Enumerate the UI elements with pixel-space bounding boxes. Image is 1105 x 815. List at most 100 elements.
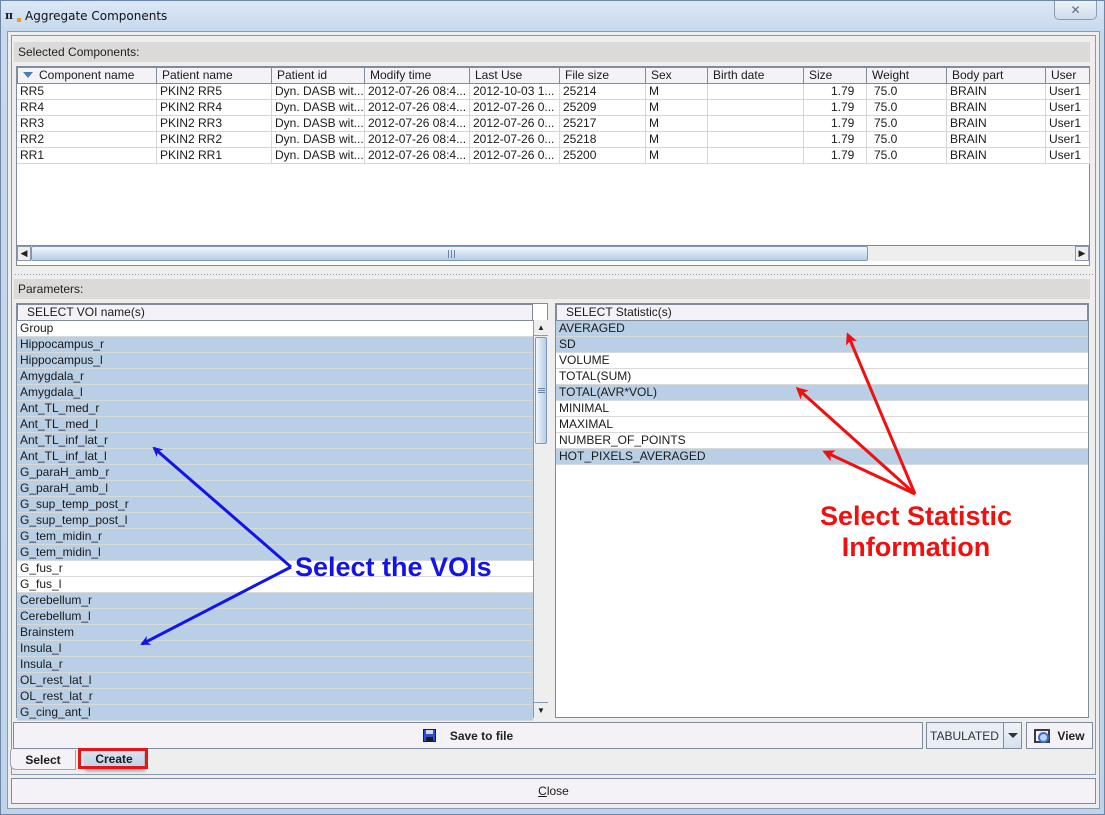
voi-list-item[interactable]: G_paraH_amb_l: [17, 481, 533, 497]
column-header-label: Modify time: [370, 68, 432, 82]
voi-list-item[interactable]: Ant_TL_med_l: [17, 417, 533, 433]
table-row[interactable]: RR4 PKIN2 RR4 Dyn. DASB wit... 2012-07-26 0…: [17, 100, 1090, 116]
horizontal-scrollbar[interactable]: ◀ ▶: [17, 245, 1089, 261]
tab-select[interactable]: Select: [10, 750, 76, 770]
column-header[interactable]: Last Use: [470, 67, 560, 84]
table-cell: PKIN2 RR5: [157, 84, 272, 100]
table-row[interactable]: RR3 PKIN2 RR3 Dyn. DASB wit... 2012-07-26 0…: [17, 116, 1090, 132]
voi-list-item[interactable]: Ant_TL_inf_lat_l: [17, 449, 533, 465]
pmod-logo-icon: π: [5, 10, 21, 22]
column-header[interactable]: Size: [804, 67, 867, 84]
statistic-list-item[interactable]: TOTAL(SUM): [556, 369, 1088, 385]
parameters-label: Parameters:: [14, 279, 1090, 299]
voi-scroll-thumb[interactable]: [535, 337, 547, 444]
scroll-up-button[interactable]: ▲: [534, 320, 548, 336]
table-row[interactable]: RR2 PKIN2 RR2 Dyn. DASB wit... 2012-07-26 0…: [17, 132, 1090, 148]
create-tab-highlight: [78, 748, 148, 769]
chevron-down-icon[interactable]: [1003, 723, 1021, 748]
table-cell: User1: [1046, 132, 1090, 148]
view-label: View: [1057, 728, 1085, 743]
dialog-client-area: Selected Components: Component name Patie…: [7, 31, 1100, 809]
voi-list-item[interactable]: Cerebellum_r: [17, 593, 533, 609]
scroll-left-button[interactable]: ◀: [17, 246, 31, 261]
table-row[interactable]: RR5 PKIN2 RR5 Dyn. DASB wit... 2012-07-26 0…: [17, 84, 1090, 100]
table-row[interactable]: RR1 PKIN2 RR1 Dyn. DASB wit... 2012-07-26 0…: [17, 148, 1090, 164]
table-cell: RR4: [17, 100, 157, 116]
title-bar[interactable]: π Aggregate Components ✕: [1, 1, 1104, 31]
table-cell: 2012-07-26 0...: [470, 132, 560, 148]
output-format-select[interactable]: TABULATED: [926, 722, 1022, 749]
table-cell: PKIN2 RR1: [157, 148, 272, 164]
voi-list-item[interactable]: Amygdala_r: [17, 369, 533, 385]
table-cell: [708, 148, 804, 164]
view-button[interactable]: View: [1026, 722, 1093, 749]
statistics-list-header[interactable]: SELECT Statistic(s): [556, 304, 1088, 321]
scroll-down-button[interactable]: ▼: [534, 702, 548, 718]
save-to-file-button[interactable]: Save to file: [13, 722, 923, 749]
table-cell: [708, 116, 804, 132]
table-cell: RR2: [17, 132, 157, 148]
column-header[interactable]: Patient id: [272, 67, 365, 84]
table-cell: User1: [1046, 116, 1090, 132]
voi-list-item[interactable]: OL_rest_lat_r: [17, 689, 533, 705]
voi-list-item[interactable]: Insula_l: [17, 641, 533, 657]
voi-list-item[interactable]: Amygdala_l: [17, 385, 533, 401]
voi-list-item[interactable]: Hippocampus_l: [17, 353, 533, 369]
components-table: Component name Patient name Patient id Modi…: [16, 66, 1090, 266]
statistic-list-item[interactable]: MAXIMAL: [556, 417, 1088, 433]
voi-list-item[interactable]: Ant_TL_med_r: [17, 401, 533, 417]
voi-list-item[interactable]: Hippocampus_r: [17, 337, 533, 353]
horizontal-scroll-thumb[interactable]: [31, 246, 868, 261]
column-header[interactable]: Component name: [17, 67, 157, 84]
column-header[interactable]: User: [1046, 67, 1090, 84]
table-cell: PKIN2 RR3: [157, 116, 272, 132]
table-cell: 1.79: [804, 84, 867, 100]
statistic-list-item[interactable]: VOLUME: [556, 353, 1088, 369]
tab-bar: Select Create: [8, 748, 1095, 774]
statistic-list-item[interactable]: HOT_PIXELS_AVERAGED: [556, 449, 1088, 465]
voi-list-item[interactable]: G_sup_temp_post_l: [17, 513, 533, 529]
voi-list-item[interactable]: G_paraH_amb_r: [17, 465, 533, 481]
table-cell: User1: [1046, 100, 1090, 116]
column-header[interactable]: Sex: [646, 67, 708, 84]
voi-vertical-scrollbar[interactable]: ▲ ▼: [533, 320, 548, 718]
statistic-list-item[interactable]: NUMBER_OF_POINTS: [556, 433, 1088, 449]
close-button[interactable]: Close: [11, 778, 1096, 804]
voi-list: SELECT VOI name(s) Group Hippocampus_r Hip…: [16, 303, 548, 721]
voi-list-item[interactable]: Brainstem: [17, 625, 533, 641]
column-header[interactable]: Modify time: [365, 67, 470, 84]
column-header[interactable]: Birth date: [708, 67, 804, 84]
column-header[interactable]: File size: [560, 67, 646, 84]
table-cell: RR1: [17, 148, 157, 164]
table-cell: RR3: [17, 116, 157, 132]
scroll-right-button[interactable]: ▶: [1075, 246, 1089, 261]
table-cell: PKIN2 RR2: [157, 132, 272, 148]
column-header-label: Patient id: [277, 68, 328, 82]
voi-list-item[interactable]: G_sup_temp_post_r: [17, 497, 533, 513]
column-header[interactable]: Patient name: [157, 67, 272, 84]
table-cell: M: [646, 84, 708, 100]
voi-list-item[interactable]: G_cing_ant_l: [17, 705, 533, 721]
column-header[interactable]: Body part: [947, 67, 1046, 84]
voi-list-item[interactable]: G_tem_midin_r: [17, 529, 533, 545]
table-cell: M: [646, 100, 708, 116]
column-header[interactable]: Weight: [867, 67, 947, 84]
statistic-list-item[interactable]: TOTAL(AVR*VOL): [556, 385, 1088, 401]
selected-components-label: Selected Components:: [14, 42, 1090, 62]
window-close-button[interactable]: ✕: [1054, 1, 1097, 20]
statistic-list-item[interactable]: SD: [556, 337, 1088, 353]
table-cell: M: [646, 116, 708, 132]
voi-list-header[interactable]: SELECT VOI name(s): [17, 304, 533, 321]
statistic-list-item[interactable]: MINIMAL: [556, 401, 1088, 417]
statistic-list-item[interactable]: AVERAGED: [556, 321, 1088, 337]
voi-list-item[interactable]: Cerebellum_l: [17, 609, 533, 625]
voi-list-item[interactable]: Group: [17, 321, 533, 337]
statistic-callout-line1: Select Statistic: [819, 501, 1013, 531]
voi-list-item[interactable]: Ant_TL_inf_lat_r: [17, 433, 533, 449]
table-cell: 75.0: [867, 100, 947, 116]
split-pane-divider[interactable]: [14, 273, 1094, 277]
voi-list-item[interactable]: Insula_r: [17, 657, 533, 673]
voi-list-item[interactable]: OL_rest_lat_l: [17, 673, 533, 689]
table-cell: Dyn. DASB wit...: [272, 116, 365, 132]
table-cell: 1.79: [804, 132, 867, 148]
